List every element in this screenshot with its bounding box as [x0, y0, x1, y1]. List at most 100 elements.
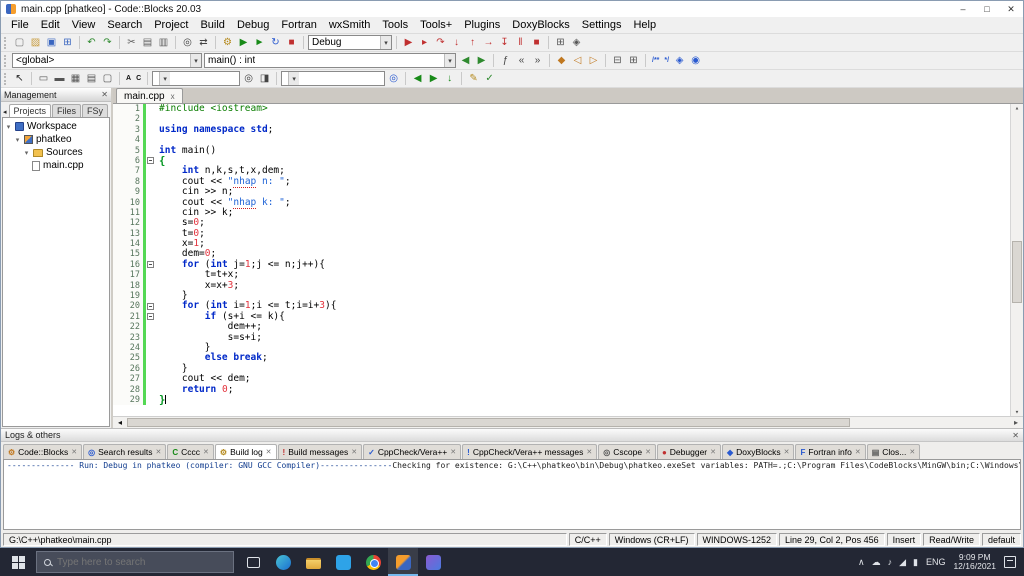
menu-fortran[interactable]: Fortran: [275, 18, 322, 32]
code-line[interactable]: 3 using namespace std;: [113, 124, 1023, 136]
management-tab-fsy[interactable]: FSy: [82, 104, 109, 117]
horizontal-scrollbar-track[interactable]: [127, 417, 1009, 428]
unfold-all-icon[interactable]: ⊞: [626, 53, 641, 68]
management-tab-projects[interactable]: Projects: [8, 104, 52, 117]
log-tab-search-results[interactable]: ◎ Search results ✕: [83, 444, 167, 459]
vertical-scrollbar-thumb[interactable]: [1012, 241, 1022, 304]
menu-settings[interactable]: Settings: [576, 18, 628, 32]
cut-icon[interactable]: ✂: [124, 35, 139, 50]
code-line[interactable]: 28 return 0;: [113, 384, 1023, 395]
run-to-cursor-icon[interactable]: ▸: [417, 35, 432, 50]
edge-app-icon[interactable]: [268, 548, 298, 576]
build-and-run-icon[interactable]: ►: [252, 35, 267, 50]
close-icon[interactable]: ✕: [203, 448, 209, 456]
save-all-icon[interactable]: ⊞: [60, 35, 75, 50]
stop-debugger-icon[interactable]: ■: [529, 35, 544, 50]
code-line[interactable]: 27 cout << dem;: [113, 373, 1023, 385]
minimize-button[interactable]: –: [956, 4, 970, 15]
close-icon[interactable]: ✕: [155, 448, 161, 456]
menu-plugins[interactable]: Plugins: [458, 18, 506, 32]
fold-all-icon[interactable]: ⊟: [610, 53, 625, 68]
code-line[interactable]: 8 cout << "nhap n: ";: [113, 175, 1023, 188]
file-explorer-app-icon[interactable]: [298, 548, 328, 576]
close-icon[interactable]: ✕: [351, 448, 357, 456]
save-icon[interactable]: ▣: [44, 35, 59, 50]
search-next-icon[interactable]: ▶: [426, 71, 441, 86]
run-icon[interactable]: ▶: [236, 35, 251, 50]
chevron-down-icon[interactable]: ▾: [288, 72, 300, 85]
paste-icon[interactable]: ▥: [156, 35, 171, 50]
close-icon[interactable]: ✕: [855, 448, 861, 456]
scroll-down-icon[interactable]: ▾: [1015, 408, 1019, 416]
close-icon[interactable]: x: [171, 92, 175, 101]
doxygen-comment-icon[interactable]: /**: [650, 53, 661, 68]
close-icon[interactable]: ✕: [71, 448, 77, 456]
title-bar[interactable]: main.cpp [phatkeo] - Code::Blocks 20.03 …: [1, 1, 1023, 17]
close-icon[interactable]: ✕: [1012, 431, 1019, 440]
toolbar-grip[interactable]: [4, 72, 7, 85]
break-debugger-icon[interactable]: ‖: [513, 35, 528, 50]
close-icon[interactable]: ✕: [784, 448, 790, 456]
language-indicator[interactable]: ENG: [922, 557, 950, 567]
doxywizard-icon[interactable]: ◉: [688, 53, 703, 68]
menu-help[interactable]: Help: [627, 18, 662, 32]
taskbar-clock[interactable]: 9:09 PM 12/16/2021: [949, 552, 1000, 572]
search-prev-icon[interactable]: ◀: [410, 71, 425, 86]
fold-margin[interactable]: [146, 260, 156, 270]
close-icon[interactable]: ✕: [645, 448, 651, 456]
spellcheck-icon[interactable]: ✓: [482, 71, 497, 86]
code-line[interactable]: 18 x=x+3;: [113, 280, 1023, 292]
format-C-icon[interactable]: C: [134, 71, 143, 86]
threadsearch-input[interactable]: ▾: [281, 71, 386, 86]
replace-icon[interactable]: ⇄: [196, 35, 211, 50]
chevron-down-icon[interactable]: ▾: [444, 54, 455, 67]
menu-doxyblocks[interactable]: DoxyBlocks: [506, 18, 575, 32]
tree-item-main-cpp[interactable]: main.cpp: [3, 159, 109, 172]
doxygen-block-icon[interactable]: */: [662, 53, 671, 68]
wxsmith-frame-icon[interactable]: ▭: [36, 71, 51, 86]
battery-icon[interactable]: ▮: [913, 557, 918, 568]
next-instruction-icon[interactable]: →: [481, 35, 496, 50]
debug-continue-icon[interactable]: ▶: [401, 35, 416, 50]
menu-file[interactable]: File: [5, 18, 35, 32]
log-tab-cccc[interactable]: C Cccc ✕: [167, 444, 214, 459]
scroll-down-icon[interactable]: ↓: [442, 71, 457, 86]
select-pointer-icon[interactable]: ↖: [12, 71, 27, 86]
store-app-icon[interactable]: [328, 548, 358, 576]
wxsmith-border-icon[interactable]: ▢: [100, 71, 115, 86]
search-input[interactable]: [57, 556, 226, 568]
fold-margin[interactable]: [146, 301, 156, 311]
log-tab-build-messages[interactable]: ! Build messages ✕: [277, 444, 363, 459]
code-line[interactable]: 10 cout << "nhap k: ";: [113, 196, 1023, 209]
log-tab-doxyblocks[interactable]: ◆ DoxyBlocks ✕: [722, 444, 795, 459]
close-icon[interactable]: ✕: [586, 448, 592, 456]
tab-scroll-left-icon[interactable]: ◂: [2, 108, 8, 117]
step-into-icon[interactable]: ↓: [449, 35, 464, 50]
find-icon[interactable]: ◎: [180, 35, 195, 50]
menu-search[interactable]: Search: [101, 18, 148, 32]
chevron-up-icon[interactable]: ∧: [858, 557, 865, 568]
wxsmith-panel-icon[interactable]: ▬: [52, 71, 67, 86]
code-line[interactable]: 9 cin >> n;: [113, 186, 1023, 198]
close-icon[interactable]: ✕: [450, 448, 456, 456]
toolbar-grip[interactable]: [4, 36, 7, 49]
code-line[interactable]: 29}: [113, 395, 1023, 406]
open-file-icon[interactable]: ▨: [28, 35, 43, 50]
maximize-button[interactable]: □: [980, 4, 994, 15]
debug-info-icon[interactable]: ◈: [569, 35, 584, 50]
rebuild-icon[interactable]: ↻: [268, 35, 283, 50]
network-icon[interactable]: ◢: [899, 557, 906, 568]
code-line[interactable]: 1 #include <iostream>: [113, 104, 1023, 115]
undo-icon[interactable]: ↶: [84, 35, 99, 50]
vertical-scrollbar[interactable]: ▴ ▾: [1010, 104, 1023, 416]
code-line[interactable]: 5 int main(): [113, 145, 1023, 156]
tab-main-cpp[interactable]: main.cpp x: [116, 88, 183, 103]
chevron-down-icon[interactable]: ▾: [380, 36, 391, 49]
copy-icon[interactable]: ▤: [140, 35, 155, 50]
next-line-icon[interactable]: ↷: [433, 35, 448, 50]
horizontal-scrollbar-thumb[interactable]: [127, 418, 851, 427]
scope-combo[interactable]: <global> ▾: [12, 53, 202, 68]
horizontal-scrollbar[interactable]: ◂ ▸: [113, 416, 1023, 428]
redo-icon[interactable]: ↷: [100, 35, 115, 50]
menu-build[interactable]: Build: [194, 18, 230, 32]
